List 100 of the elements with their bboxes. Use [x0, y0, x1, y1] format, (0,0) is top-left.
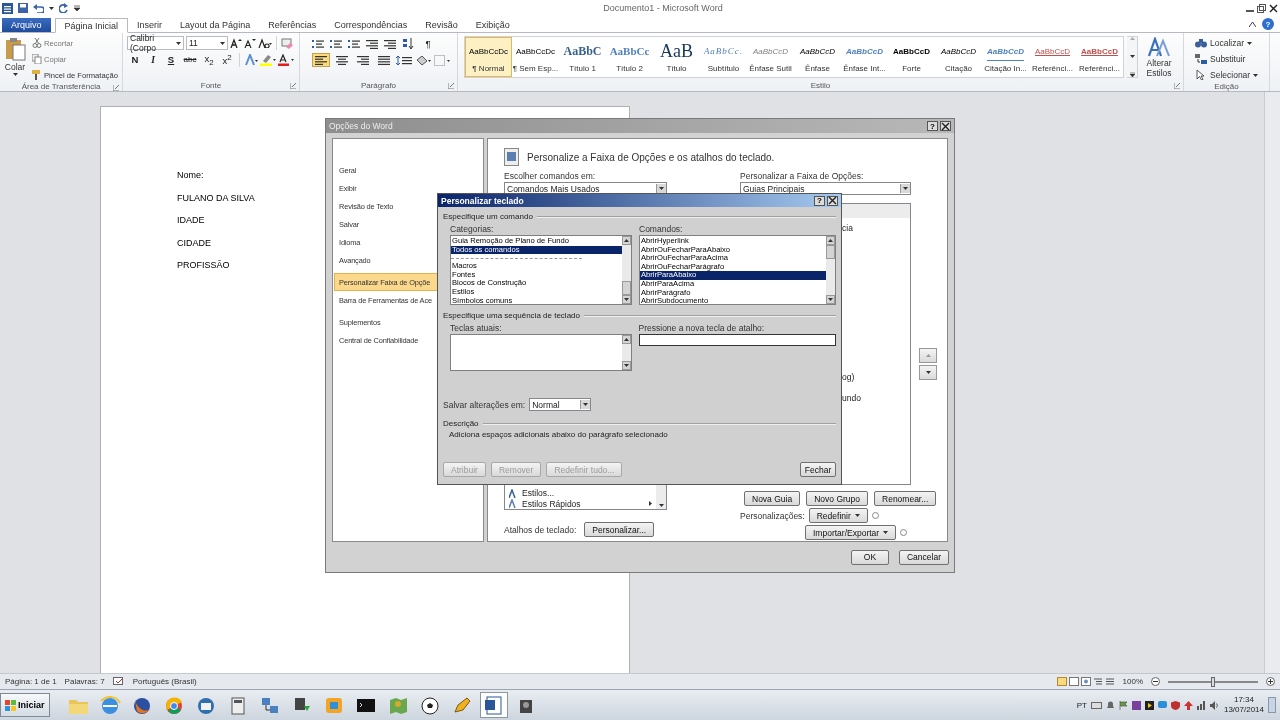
collapse-ribbon-icon[interactable] — [1249, 21, 1256, 27]
style-item[interactable]: AaBbCcDc ¶ Normal — [465, 37, 512, 77]
multilevel-list-icon[interactable] — [348, 38, 360, 49]
style-item[interactable]: AaBbCcD Ênfase Sutil — [747, 37, 794, 77]
scrollbar[interactable] — [622, 236, 631, 304]
scroll-down-icon[interactable] — [658, 504, 664, 507]
move-down-button[interactable] — [919, 365, 937, 380]
shield-icon[interactable] — [1170, 700, 1180, 710]
word-logo-icon[interactable] — [2, 2, 13, 14]
redo-icon[interactable] — [59, 3, 69, 13]
style-item[interactable]: AaB Título — [653, 37, 700, 77]
draft-icon[interactable] — [1104, 677, 1115, 686]
font-color-icon[interactable] — [278, 53, 294, 66]
soccer-ball-icon[interactable] — [418, 694, 441, 716]
editing-button[interactable]: Substituir — [1192, 52, 1266, 66]
style-item[interactable]: AaBbC Título 1 — [559, 37, 606, 77]
zoom-out-icon[interactable] — [1151, 677, 1160, 686]
document-icon[interactable] — [482, 694, 505, 716]
help-button[interactable]: ? — [1262, 18, 1274, 30]
gallery-more-icon[interactable] — [1129, 72, 1135, 77]
ribbon-tab[interactable]: Arquivo — [2, 18, 51, 32]
slider-thumb[interactable] — [1211, 676, 1215, 687]
cancel-button[interactable]: Cancelar — [899, 549, 949, 565]
sort-icon[interactable] — [402, 38, 414, 49]
customize-toolbar-icon[interactable] — [74, 5, 80, 11]
scroll-thumb[interactable] — [826, 245, 835, 259]
close-button[interactable] — [940, 121, 951, 131]
list-item[interactable]: Estilos... — [505, 488, 656, 499]
print-layout-icon[interactable] — [1056, 677, 1067, 686]
globe-icon[interactable] — [98, 694, 121, 716]
start-button[interactable]: Iniciar — [0, 693, 50, 717]
undo-icon[interactable] — [33, 3, 44, 13]
scrollbar[interactable] — [826, 236, 835, 304]
style-item[interactable]: AaBbCcD Forte — [888, 37, 935, 77]
gallery-down-icon[interactable] — [1129, 54, 1135, 58]
ok-button[interactable]: OK — [851, 549, 889, 565]
show-marks-button[interactable]: ¶ — [420, 36, 436, 51]
note-icon[interactable] — [1131, 700, 1141, 710]
close-button[interactable] — [827, 195, 838, 206]
help-button[interactable]: ? — [814, 195, 825, 206]
style-item[interactable]: AaBbCc Título 2 — [606, 37, 653, 77]
help-button[interactable]: ? — [927, 121, 938, 131]
tab-action-button[interactable]: Novo Grupo — [806, 491, 868, 506]
launcher-icon[interactable] — [1174, 83, 1180, 89]
style-item[interactable]: AaBbCcD Ênfase — [794, 37, 841, 77]
style-item[interactable]: AaBbCcD Ênfase Int... — [841, 37, 888, 77]
line-spacing-icon[interactable] — [396, 54, 412, 66]
decrease-indent-icon[interactable] — [366, 38, 378, 49]
caret-icon[interactable] — [49, 6, 54, 10]
ribbon-tab[interactable]: Correspondências — [325, 18, 417, 32]
change-case-icon[interactable] — [258, 38, 272, 48]
zoom-in-icon[interactable] — [1266, 677, 1275, 686]
zoom-level[interactable]: 100% — [1122, 677, 1143, 686]
format-button[interactable]: abc — [181, 52, 199, 67]
list-item[interactable]: Estilos Rápidos — [505, 498, 656, 509]
shortcut-input-field[interactable] — [638, 334, 836, 346]
grow-font-icon[interactable] — [230, 38, 242, 48]
scrollbar[interactable] — [621, 335, 631, 370]
launcher-icon[interactable] — [290, 83, 296, 89]
keyboard-icon[interactable] — [1090, 700, 1102, 710]
ribbon-dropdown[interactable]: Guias Principais — [740, 182, 911, 195]
ribbon-tab[interactable]: Exibição — [466, 18, 519, 32]
ribbon-tab[interactable]: Inserir — [128, 18, 172, 32]
style-item[interactable]: AaBbCc. Subtítulo — [700, 37, 747, 77]
ribbon-tab[interactable]: Revisão — [416, 18, 467, 32]
format-button[interactable]: I — [145, 52, 161, 67]
clock-time[interactable]: 17:34 — [1233, 695, 1254, 705]
save-in-dropdown[interactable]: Normal — [529, 398, 592, 411]
scroll-up-button[interactable] — [826, 236, 835, 245]
format-button[interactable]: x$^{2}$ — [219, 52, 235, 67]
font-size-field[interactable]: 11 — [186, 36, 228, 50]
web-layout-icon[interactable] — [1080, 677, 1091, 686]
paste-button[interactable]: Colar — [3, 36, 27, 82]
upload-icon[interactable] — [1183, 700, 1193, 710]
style-item[interactable]: AaBbCcD Referênci... — [1029, 37, 1076, 77]
scroll-down-button[interactable] — [622, 295, 631, 304]
clock-date[interactable]: 13/07/2014 — [1223, 705, 1264, 715]
reset-button[interactable]: Redefinir — [808, 508, 868, 523]
current-keys-list[interactable] — [450, 334, 632, 371]
format-button[interactable]: S — [163, 52, 179, 67]
save-icon[interactable] — [18, 3, 28, 13]
format-button[interactable]: x$_{2}$ — [201, 52, 217, 67]
tab-action-button[interactable]: Renomear... — [874, 491, 937, 506]
play-icon[interactable] — [1144, 700, 1154, 710]
flag-icon[interactable] — [1118, 700, 1128, 710]
scroll-down-button[interactable] — [621, 361, 631, 370]
ribbon-tab[interactable]: Página Inicial — [54, 18, 129, 33]
language-label[interactable]: Português (Brasil) — [132, 677, 197, 686]
bullet-list-icon[interactable] — [312, 38, 324, 49]
style-item[interactable]: AaBbCcDc ¶ Sem Esp... — [512, 37, 559, 77]
close-icon[interactable] — [1269, 3, 1278, 13]
customize-button[interactable]: Personalizar... — [584, 522, 655, 537]
text-effects-icon[interactable] — [244, 53, 258, 66]
network-status-icon[interactable] — [1196, 700, 1206, 710]
ribbon-tab[interactable]: Layout da Página — [171, 18, 260, 32]
outline-icon[interactable] — [1092, 677, 1103, 686]
style-item[interactable]: AaBbCcD Citação In... — [982, 37, 1029, 77]
proofing-icon[interactable] — [112, 677, 125, 686]
launcher-icon[interactable] — [113, 85, 119, 91]
scroll-up-button[interactable] — [622, 236, 631, 245]
